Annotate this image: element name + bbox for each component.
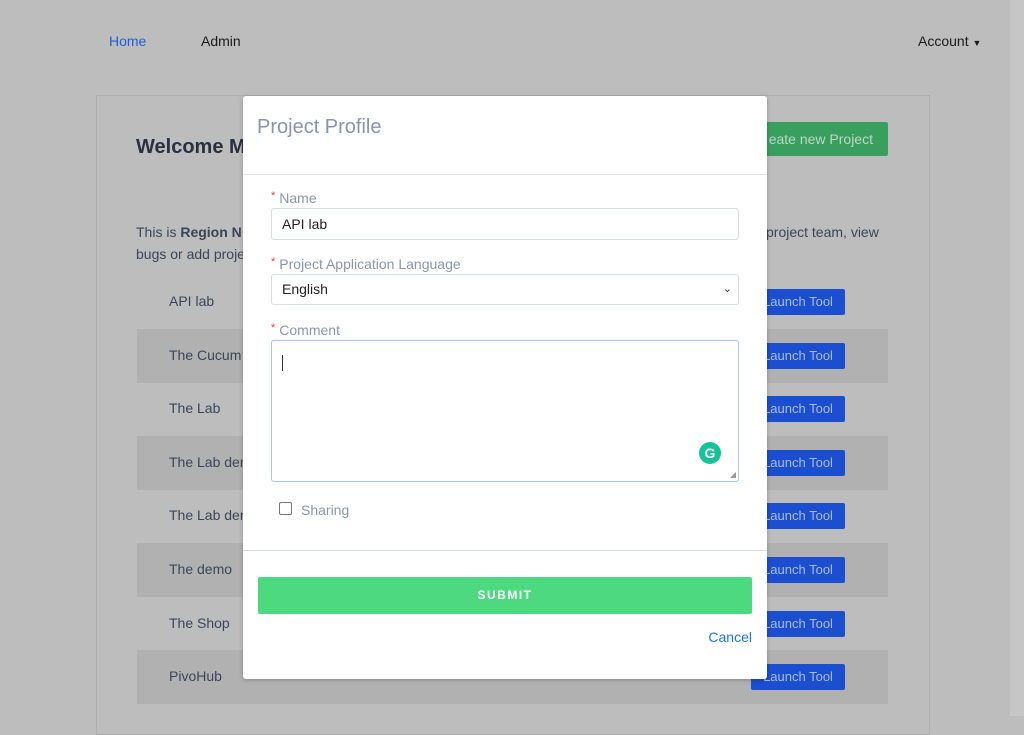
project-name: The Lab <box>169 400 221 417</box>
caret-down-icon: ▼ <box>972 38 982 48</box>
resize-handle-icon[interactable]: ◢ <box>730 470 736 479</box>
project-name: The Lab der <box>169 507 245 524</box>
language-select[interactable]: English ⌄ <box>271 274 739 305</box>
intro-text: This is Region N <box>136 224 242 240</box>
project-name: The Lab der <box>169 453 245 470</box>
project-name: API lab <box>169 293 215 309</box>
scrollbar[interactable] <box>1010 0 1024 716</box>
modal-title: Project Profile <box>257 116 382 138</box>
welcome-heading: Welcome M <box>136 136 246 158</box>
grammarly-icon[interactable]: G <box>699 442 721 464</box>
intro-text-line2: bugs or add proje <box>136 246 245 262</box>
chevron-down-icon: ⌄ <box>722 283 732 295</box>
project-profile-modal: Project Profile *Name *Project Applicati… <box>243 96 767 679</box>
sharing-checkbox[interactable] <box>279 502 292 515</box>
nav-admin[interactable]: Admin <box>201 33 241 49</box>
nav-home[interactable]: Home <box>109 33 146 49</box>
sharing-label: Sharing <box>301 502 350 518</box>
project-name: The demo <box>169 561 233 577</box>
project-name: The Cucum <box>169 346 242 363</box>
language-label: * Project Application Language <box>271 256 461 272</box>
project-name: The Shop <box>169 614 230 631</box>
intro-text-right: project team, view <box>766 224 879 240</box>
comment-label: * Comment <box>271 322 340 338</box>
submit-button[interactable]: SUBMIT <box>258 577 752 614</box>
header-divider <box>243 174 767 175</box>
text-cursor <box>282 355 283 371</box>
name-label: * Name <box>271 190 317 206</box>
account-label: Account <box>918 33 969 49</box>
comment-textarea[interactable]: G ◢ <box>271 340 739 482</box>
account-menu[interactable]: Account ▼ <box>918 33 981 49</box>
language-value: English <box>282 281 328 297</box>
name-input[interactable] <box>271 208 739 240</box>
cancel-link[interactable]: Cancel <box>708 629 752 645</box>
footer-divider <box>243 550 767 551</box>
project-name: PivoHub <box>169 668 222 685</box>
